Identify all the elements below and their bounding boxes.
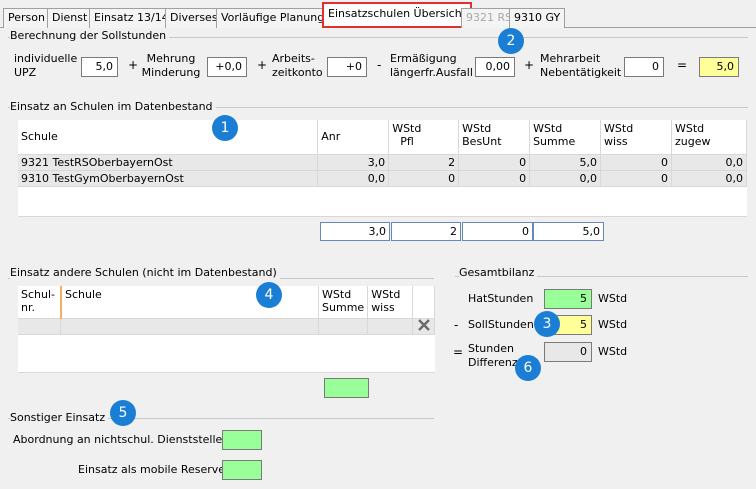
col-header-wstd-besunt[interactable]: WStd BesUnt (458, 120, 531, 155)
cell-schule[interactable] (60, 318, 320, 335)
callout-badge-2: 2 (498, 28, 524, 54)
plus-operator: + (257, 58, 268, 72)
section-title-gesamtbilanz: Gesamtbilanz (459, 266, 538, 279)
mobile-reserve-field[interactable] (222, 460, 262, 480)
cell-pfl: 2 (388, 154, 460, 171)
minus-operator: - (454, 318, 459, 332)
differenz-label: Stunden Differenz (468, 342, 518, 369)
differenz-field: 0 (544, 342, 592, 362)
table-row[interactable]: 9321 TestRSOberbayernOst 3,0 2 0 5,0 0 0… (18, 154, 748, 171)
hatstunden-field: 5 (544, 289, 592, 309)
cell-summe: 5,0 (529, 154, 602, 171)
cell-anr: 3,0 (317, 154, 390, 171)
ermaessigung-field[interactable]: 0,00 (475, 57, 515, 77)
abordnung-field[interactable] (222, 430, 262, 450)
hatstunden-label: HatStunden (468, 292, 534, 305)
mobile-reserve-label: Einsatz als mobile Reserve (78, 463, 226, 476)
callout-badge-5: 5 (110, 400, 136, 426)
cell-schule: 9321 TestRSOberbayernOst (18, 154, 319, 171)
sollstunden-result-field: 5,0 (699, 57, 739, 77)
cell-besunt: 0 (458, 170, 531, 187)
equals-operator: = (453, 345, 464, 359)
cell-schule: 9310 TestGymOberbayernOst (18, 170, 319, 187)
mehrung-field[interactable]: +0,0 (207, 57, 247, 77)
differenz-unit: WStd (598, 345, 628, 358)
hatstunden-unit: WStd (598, 292, 628, 305)
cell-wiss: 0 (600, 154, 672, 171)
section-title-andere: Einsatz andere Schulen (nicht im Datenbe… (10, 266, 280, 279)
col-header-wstd-wiss[interactable]: WStd wiss (367, 286, 414, 319)
callout-badge-3: 3 (534, 311, 560, 337)
arbeitszeitkonto-field[interactable]: +0 (327, 57, 367, 77)
minus-operator: - (377, 58, 382, 72)
callout-badge-4: 4 (256, 282, 282, 308)
total-besunt: 0 (462, 222, 533, 241)
tab-einsatzschulen-uebersicht[interactable]: Einsatzschulen Übersicht (322, 2, 472, 28)
cell-wiss: 0 (600, 170, 672, 187)
sollstunden-unit: WStd (598, 318, 628, 331)
upz-label: individuelle UPZ (14, 52, 78, 79)
tab-person[interactable]: Person (3, 8, 50, 28)
col-header-wstd-summe[interactable]: WStd Summe (529, 120, 602, 155)
ermaessigung-label: Ermäßigung längerfr.Ausfall (390, 52, 473, 79)
total-anr: 3,0 (320, 222, 390, 241)
col-header-wstd-zugew[interactable]: WStd zugew (671, 120, 748, 155)
cell-anr: 0,0 (317, 170, 390, 187)
equals-operator: = (677, 58, 688, 72)
delete-row-button[interactable] (412, 318, 435, 335)
col-header-schule[interactable]: Schule (18, 120, 319, 155)
total-pfl: 2 (391, 222, 461, 241)
table-row[interactable]: 9310 TestGymOberbayernOst 0,0 0 0 0,0 0 … (18, 170, 748, 187)
schulen-table: Schule Anr WStd Pfl WStd BesUnt WStd Summe … (18, 120, 748, 217)
col-header-wstd-wiss[interactable]: WStd wiss (600, 120, 672, 155)
cell-schulnr[interactable] (18, 318, 62, 335)
section-title-soll: Berechnung der Sollstunden (10, 29, 170, 42)
tab-einsatz[interactable]: Einsatz 13/14 (89, 8, 174, 28)
section-title-sonstig: Sonstiger Einsatz (10, 411, 109, 424)
col-header-wstd-pfl[interactable]: WStd Pfl (388, 120, 460, 155)
cell-besunt: 0 (458, 154, 531, 171)
cell-summe: 0,0 (529, 170, 602, 187)
total-summe: 5,0 (533, 222, 604, 241)
col-header-schulnr[interactable]: Schul-nr. (18, 286, 62, 319)
upz-field[interactable]: 5,0 (81, 57, 118, 77)
cell-pfl: 0 (388, 170, 460, 187)
cell-summe[interactable] (318, 318, 369, 335)
andere-summe-total (324, 378, 369, 398)
tab-9310-gy[interactable]: 9310 GY (509, 8, 566, 28)
col-header-wstd-summe[interactable]: WStd Summe (318, 286, 369, 319)
abordnung-label: Abordnung an nichtschul. Dienststelle (13, 433, 223, 446)
tab-dienst[interactable]: Dienst (47, 8, 93, 28)
mehrarbeit-label: Mehrarbeit Nebentätigkeit (540, 52, 622, 79)
callout-badge-1: 1 (212, 115, 238, 141)
sollstunden-label: SollStunden (468, 318, 534, 331)
empty-row (18, 334, 435, 373)
tab-vorlaeufige-planung[interactable]: Vorläufige Planung (216, 8, 330, 28)
col-header-actions (412, 286, 435, 319)
close-icon (417, 318, 430, 331)
cell-zugew: 0,0 (671, 154, 748, 171)
col-header-anr[interactable]: Anr (317, 120, 390, 155)
section-title-schulen: Einsatz an Schulen im Datenbestand (10, 100, 216, 113)
cell-zugew: 0,0 (671, 170, 748, 187)
plus-operator: + (524, 58, 535, 72)
table-row[interactable] (18, 318, 435, 335)
cell-wiss[interactable] (367, 318, 414, 335)
callout-badge-6: 6 (515, 355, 541, 381)
mehrung-label: Mehrung Minderung (141, 52, 201, 79)
empty-row (18, 186, 747, 217)
arbeitszeitkonto-label: Arbeits- zeitkonto (272, 52, 323, 79)
tab-diverses[interactable]: Diverses (165, 8, 223, 28)
mehrarbeit-field[interactable]: 0 (624, 57, 664, 77)
andere-schulen-table: Schul-nr. Schule WStd Summe WStd wiss (18, 286, 435, 373)
plus-operator: + (128, 58, 139, 72)
